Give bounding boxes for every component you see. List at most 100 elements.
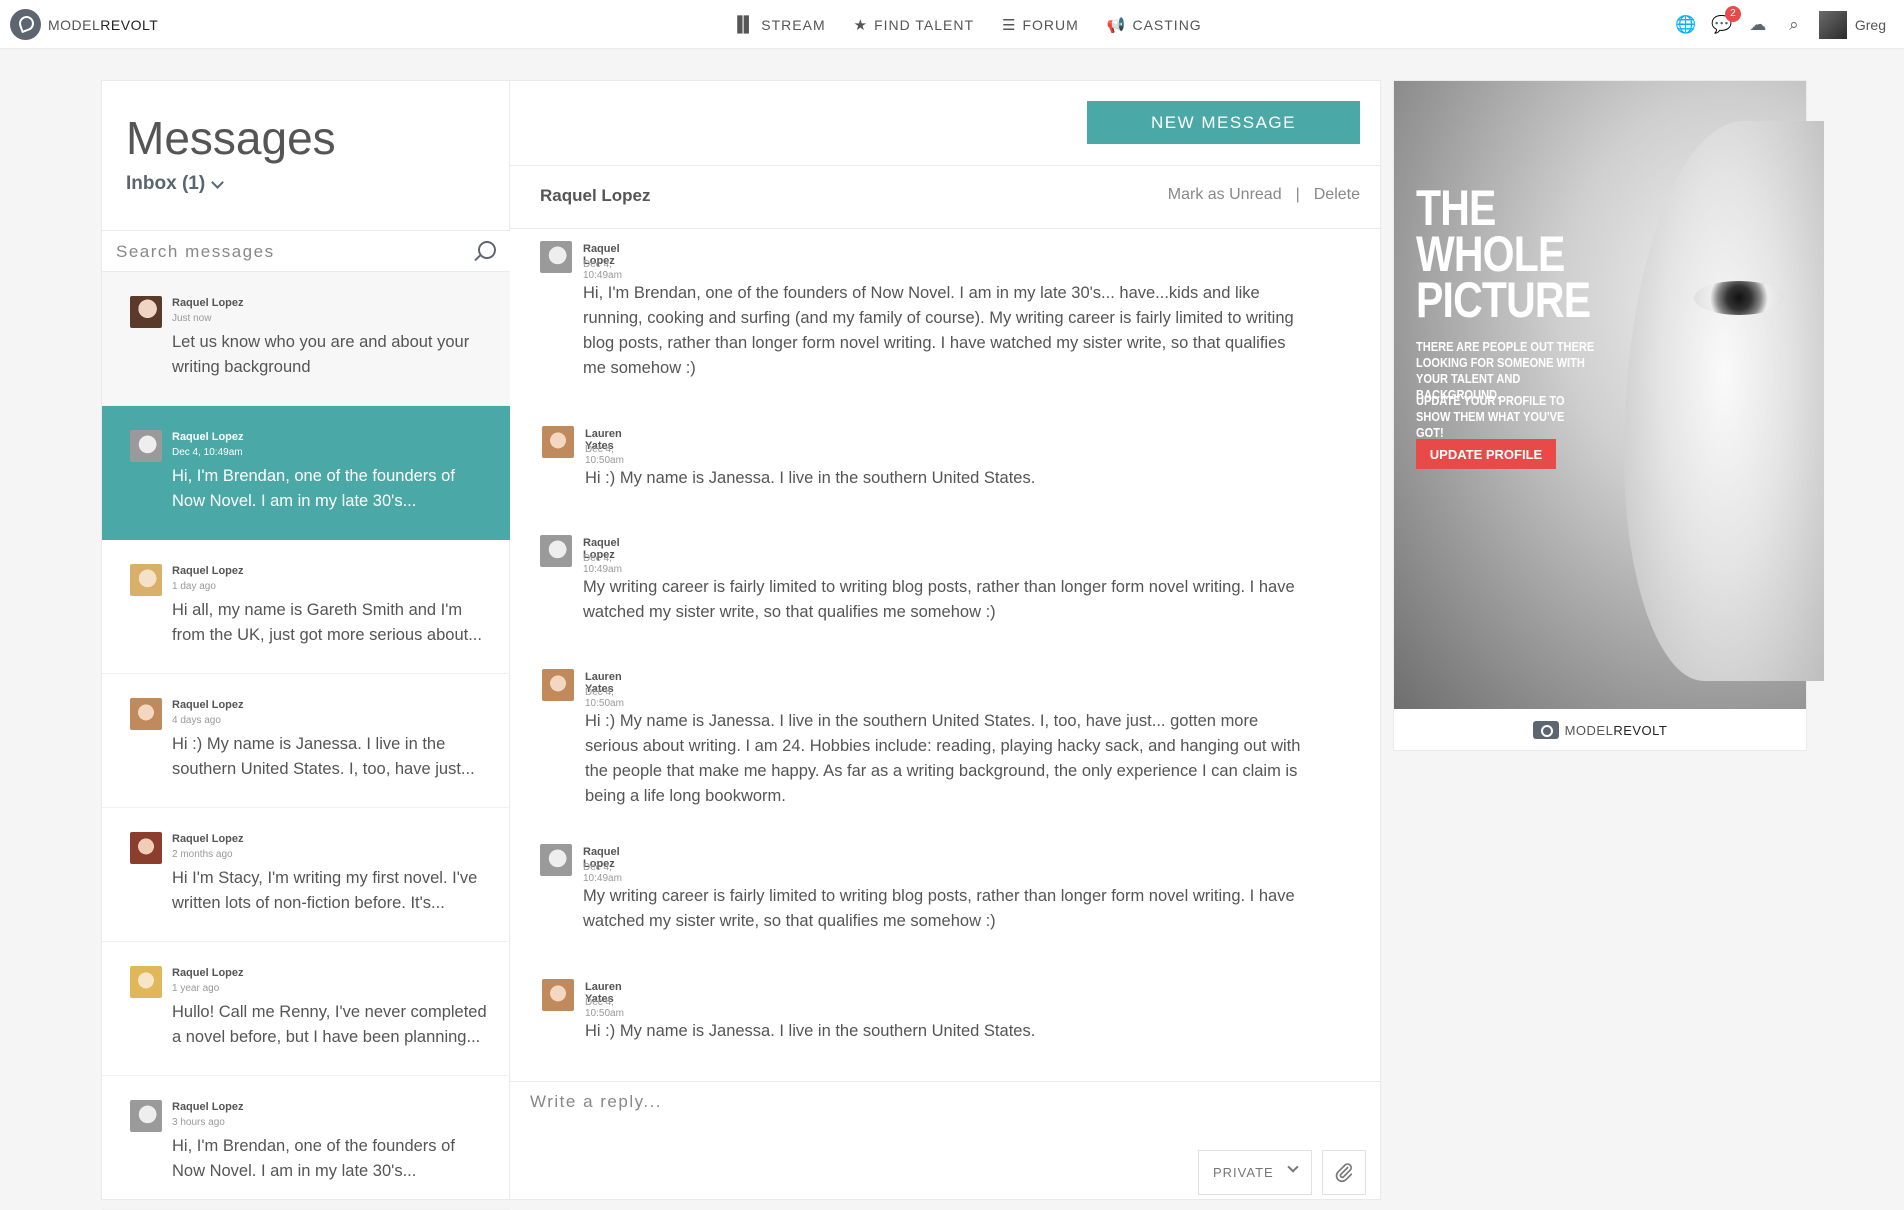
conversation-preview: Hi, I'm Brendan, one of the founders of …: [172, 1137, 455, 1180]
new-message-button[interactable]: NEW MESSAGE: [1087, 101, 1360, 144]
conversation-time: Just now: [172, 313, 212, 324]
conversation-preview: Hi I'm Stacy, I'm writing my first novel…: [172, 869, 478, 912]
messages-panel: Messages Inbox (1) Raquel Lopez Just now…: [101, 80, 1381, 1210]
top-navigation-bar: MODELREVOLT ▐▌ STREAM ★ FIND TALENT ☰ FORUM…: [0, 0, 1904, 49]
reply-input[interactable]: [530, 1092, 1230, 1122]
avatar: [542, 426, 574, 458]
globe-icon[interactable]: 🌐: [1675, 14, 1697, 36]
camera-icon: [1532, 721, 1559, 739]
avatar: [130, 296, 162, 328]
avatar: [542, 669, 574, 701]
actions-separator: |: [1295, 186, 1300, 203]
avatar: [130, 698, 162, 730]
upload-icon[interactable]: ☁: [1747, 14, 1769, 36]
ad-image: THE WHOLE PICTURE THERE ARE PEOPLE OUT T…: [1394, 81, 1824, 709]
nav-find-talent-label: FIND TALENT: [874, 16, 974, 33]
thread-actions: Mark as Unread | Delete: [1168, 186, 1360, 204]
conversation-item[interactable]: Raquel Lopez Just now Let us know who yo…: [102, 272, 510, 406]
messages-icon[interactable]: 💬 2: [1711, 5, 1741, 36]
ad-headline-line: PICTURE: [1416, 272, 1591, 328]
logo-icon: [10, 9, 41, 40]
message-time: Dec 4, 10:50am: [585, 444, 624, 466]
ad-eye-image: [1694, 281, 1784, 315]
privacy-label: PRIVATE: [1213, 1165, 1274, 1180]
conversation-sender: Raquel Lopez: [172, 1101, 244, 1113]
message-time: Dec 4, 10:50am: [585, 687, 624, 709]
ad-footer: MODELREVOLT: [1394, 709, 1806, 751]
conversation-item[interactable]: Raquel Lopez 1 day ago Hi all, my name i…: [102, 540, 510, 674]
conversation-time: 1 year ago: [172, 983, 220, 994]
conversation-item[interactable]: Raquel Lopez 2 months ago Hi I'm Stacy, …: [102, 808, 510, 942]
nav-forum-label: FORUM: [1022, 16, 1079, 33]
message-time: Dec 4, 10:49am: [583, 259, 622, 281]
main-nav: ▐▌ STREAM ★ FIND TALENT ☰ FORUM 📢 CASTING: [732, 0, 1202, 49]
thread-header: Raquel Lopez Mark as Unread | Delete: [510, 165, 1380, 229]
avatar: [540, 535, 572, 567]
conversation-item-active[interactable]: Raquel Lopez Dec 4, 10:49am Hi, I'm Bren…: [102, 406, 510, 540]
message-time: Dec 4, 10:49am: [583, 862, 622, 884]
star-icon: ★: [853, 16, 869, 34]
avatar: [130, 966, 162, 998]
user-name[interactable]: Greg: [1855, 17, 1886, 33]
nav-forum[interactable]: ☰ FORUM: [1002, 16, 1079, 34]
conversation-time: 3 hours ago: [172, 1117, 225, 1128]
conversation-sender: Raquel Lopez: [172, 699, 244, 711]
nav-find-talent[interactable]: ★ FIND TALENT: [854, 16, 974, 34]
search-icon[interactable]: ⌕: [1783, 14, 1805, 36]
avatar: [130, 564, 162, 596]
reply-box: PRIVATE: [510, 1081, 1380, 1201]
avatar: [130, 832, 162, 864]
privacy-select[interactable]: PRIVATE: [1198, 1150, 1312, 1195]
inbox-dropdown[interactable]: Inbox (1): [126, 173, 225, 195]
message-time: Dec 4, 10:50am: [585, 997, 624, 1019]
conversation-item[interactable]: Raquel Lopez 4 days ago Hi :) My name is…: [102, 674, 510, 808]
user-tools: 🌐 💬 2 ☁ ⌕ Greg: [1675, 0, 1904, 49]
attach-button[interactable]: [1322, 1150, 1366, 1195]
conversation-sender: Raquel Lopez: [172, 297, 244, 309]
forum-icon: ☰: [1002, 16, 1017, 34]
conversation-preview: Hi :) My name is Janessa. I live in the …: [172, 735, 475, 778]
nav-stream-label: STREAM: [761, 16, 826, 33]
message-time: Dec 4, 10:49am: [583, 553, 622, 575]
conversation-preview: Hi, I'm Brendan, one of the founders of …: [172, 467, 455, 510]
nav-stream[interactable]: ▐▌ STREAM: [732, 16, 826, 33]
ad-brand: MODELREVOLT: [1565, 723, 1668, 738]
avatar: [130, 430, 162, 462]
ad-brand-bold: REVOLT: [1613, 722, 1668, 738]
user-avatar[interactable]: [1818, 10, 1847, 39]
ad-headline-line: THE: [1416, 180, 1496, 236]
avatar: [540, 241, 572, 273]
conversation-preview: Hi all, my name is Gareth Smith and I'm …: [172, 601, 482, 644]
logo-text-bold: REVOLT: [100, 16, 159, 33]
conversation-sender: Raquel Lopez: [172, 431, 244, 443]
message-body: Hi, I'm Brendan, one of the founders of …: [583, 284, 1294, 377]
update-profile-button[interactable]: UPDATE PROFILE: [1416, 439, 1556, 469]
search-input[interactable]: [116, 240, 456, 264]
conversation-item[interactable]: Raquel Lopez 3 hours ago Hi, I'm Brendan…: [102, 1076, 510, 1210]
search-icon[interactable]: [478, 241, 496, 259]
search-bar: [102, 230, 510, 272]
avatar: [542, 979, 574, 1011]
mark-unread-link[interactable]: Mark as Unread: [1168, 186, 1282, 204]
paperclip-icon: [1335, 1162, 1353, 1182]
stream-icon: ▐▌: [732, 16, 756, 33]
ad-headline: THE WHOLE PICTURE: [1416, 180, 1591, 328]
nav-casting[interactable]: 📢 CASTING: [1107, 16, 1202, 34]
message-body: Hi :) My name is Janessa. I live in the …: [585, 1022, 1036, 1040]
message-body: My writing career is fairly limited to w…: [583, 578, 1295, 621]
ad-brand-light: MODEL: [1564, 722, 1614, 738]
conversation-preview: Let us know who you are and about your w…: [172, 333, 470, 376]
message-body: My writing career is fairly limited to w…: [583, 887, 1295, 930]
page-title: Messages: [126, 112, 336, 164]
conversation-time: Dec 4, 10:49am: [172, 447, 243, 458]
conversation-sender: Raquel Lopez: [172, 833, 244, 845]
logo-text: MODELREVOLT: [48, 17, 158, 33]
delete-link[interactable]: Delete: [1314, 186, 1360, 204]
avatar: [130, 1100, 162, 1132]
modelrevolt-logo[interactable]: MODELREVOLT: [10, 9, 158, 40]
message-thread: NEW MESSAGE Raquel Lopez Mark as Unread …: [510, 81, 1380, 1201]
conversation-item[interactable]: Raquel Lopez 1 year ago Hullo! Call me R…: [102, 942, 510, 1076]
conversation-sidebar: Messages Inbox (1) Raquel Lopez Just now…: [102, 81, 510, 1210]
inbox-label: Inbox (1): [126, 173, 206, 194]
conversation-preview: Hullo! Call me Renny, I've never complet…: [172, 1003, 487, 1046]
